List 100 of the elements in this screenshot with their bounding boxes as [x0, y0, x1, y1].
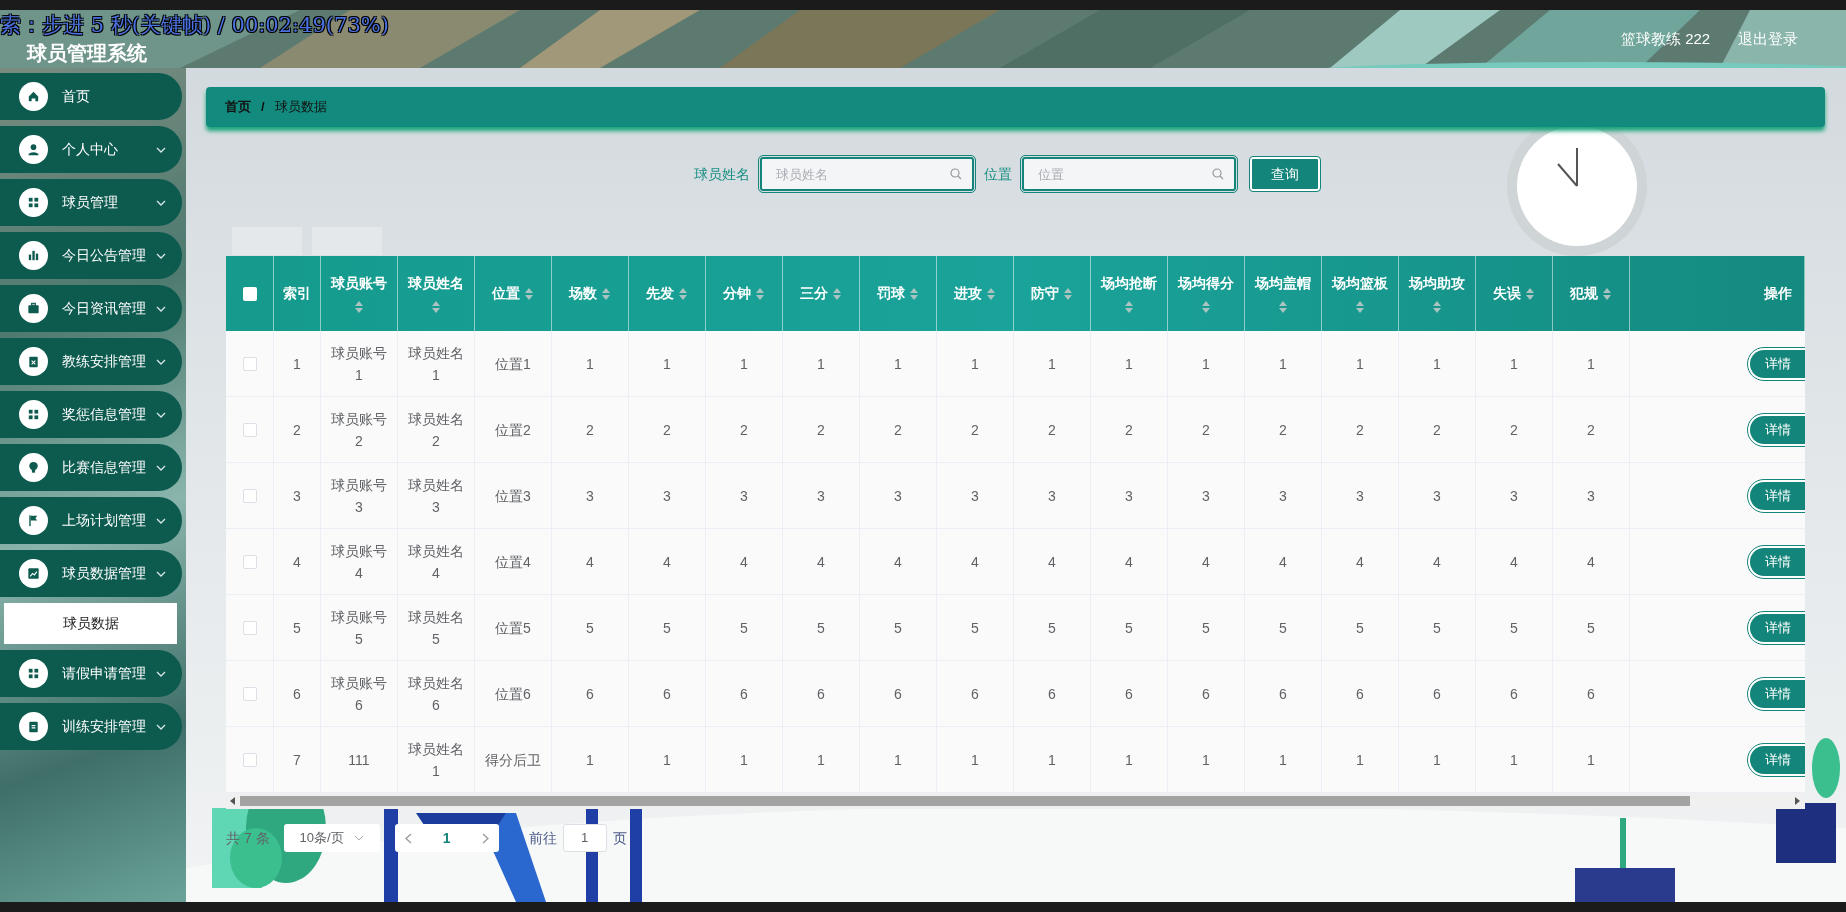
- search-icon: [950, 168, 962, 180]
- checkbox[interactable]: [242, 286, 257, 301]
- sidebar-item[interactable]: 今日资讯管理: [0, 285, 182, 332]
- column-header: 索引: [283, 284, 311, 303]
- table-cell-text: 6: [663, 684, 671, 704]
- table-cell-text: 6: [1356, 684, 1364, 704]
- page-number[interactable]: 1: [442, 827, 451, 849]
- page-input[interactable]: 1: [562, 824, 607, 852]
- sort-icon[interactable]: [1525, 286, 1535, 301]
- sort-icon[interactable]: [1355, 300, 1365, 314]
- sort-icon[interactable]: [1201, 300, 1211, 314]
- checkbox[interactable]: [242, 620, 257, 635]
- table-cell-text: 2: [740, 420, 748, 440]
- table-cell-text: 1: [1356, 354, 1364, 374]
- sort-icon[interactable]: [354, 300, 364, 314]
- table-cell-text: 3: [740, 486, 748, 506]
- sort-icon[interactable]: [1124, 300, 1134, 314]
- sidebar-item[interactable]: 球员管理: [0, 179, 182, 226]
- column-header: 场数: [569, 284, 597, 303]
- sort-icon[interactable]: [832, 286, 842, 301]
- page-size-select[interactable]: 10条/页: [283, 824, 380, 852]
- sidebar-item[interactable]: 教练安排管理: [0, 338, 182, 385]
- table-cell-text: 4: [586, 552, 594, 572]
- table-cell-text: 6: [1202, 684, 1210, 704]
- sort-icon[interactable]: [524, 286, 534, 301]
- detail-button[interactable]: 详情: [1748, 347, 1805, 380]
- table-cell-text: 5: [894, 618, 902, 638]
- breadcrumb-link[interactable]: 首页: [225, 97, 251, 117]
- column-header: 罚球: [877, 284, 905, 303]
- table-cell-text: 4: [1587, 552, 1595, 572]
- table-cell-text: 3: [817, 486, 825, 506]
- table-cell-text: 4: [817, 552, 825, 572]
- sort-icon[interactable]: [1063, 286, 1073, 301]
- sort-icon[interactable]: [431, 300, 441, 314]
- scrollbar-thumb[interactable]: [240, 796, 1690, 806]
- sort-icon[interactable]: [601, 286, 611, 301]
- table-cell-text: 5: [740, 618, 748, 638]
- table-cell-text: 2: [1433, 420, 1441, 440]
- detail-button[interactable]: 详情: [1748, 743, 1805, 776]
- submenu-item[interactable]: 球员数据: [4, 603, 177, 644]
- checkbox[interactable]: [242, 554, 257, 569]
- table-cell-text: 4: [293, 552, 301, 572]
- sort-icon[interactable]: [1278, 300, 1288, 314]
- scroll-left-icon[interactable]: [230, 797, 236, 805]
- checkbox[interactable]: [242, 422, 257, 437]
- detail-button[interactable]: 详情: [1748, 545, 1805, 578]
- table-cell-text: 1: [971, 354, 979, 374]
- table-cell-text: 4: [1202, 552, 1210, 572]
- table-cell-text: 4: [1433, 552, 1441, 572]
- sort-icon[interactable]: [678, 286, 688, 301]
- app-title: 球员管理系统: [27, 41, 147, 65]
- sidebar-item[interactable]: 个人中心: [0, 126, 182, 173]
- table-cell-text: 位置3: [495, 486, 531, 506]
- detail-button[interactable]: 详情: [1748, 413, 1805, 446]
- table-cell-text: 2: [663, 420, 671, 440]
- detail-button[interactable]: 详情: [1748, 479, 1805, 512]
- previous-page-icon[interactable]: [404, 832, 412, 844]
- table-cell-text: 5: [1125, 618, 1133, 638]
- table-cell-text: 球员账号2: [331, 409, 387, 451]
- table-cell-text: 球员姓名5: [408, 607, 464, 649]
- table-cell-text: 1: [586, 750, 594, 770]
- sidebar-item[interactable]: 请假申请管理: [0, 650, 182, 697]
- table-cell-text: 1: [1125, 354, 1133, 374]
- search-field[interactable]: 球员姓名: [760, 157, 974, 191]
- table-cell-text: 3: [1202, 486, 1210, 506]
- detail-button[interactable]: 详情: [1748, 677, 1805, 710]
- sidebar-item[interactable]: 今日公告管理: [0, 232, 182, 279]
- table-cell-text: 2: [1356, 420, 1364, 440]
- column-header: 场均抢断: [1101, 274, 1157, 293]
- table-cell-text: 球员账号3: [331, 475, 387, 517]
- search-button[interactable]: 查询: [1250, 157, 1320, 191]
- sidebar-item[interactable]: 上场计划管理: [0, 497, 182, 544]
- sidebar-item[interactable]: 奖惩信息管理: [0, 391, 182, 438]
- goto-label: 前往: [528, 828, 557, 848]
- table-cell-text: 1: [740, 750, 748, 770]
- checkbox[interactable]: [242, 488, 257, 503]
- detail-button[interactable]: 详情: [1748, 611, 1805, 644]
- sort-icon[interactable]: [1602, 286, 1612, 301]
- table-cell-text: 位置2: [495, 420, 531, 440]
- scroll-right-icon[interactable]: [1795, 797, 1801, 805]
- sort-icon[interactable]: [909, 286, 919, 301]
- sidebar-item[interactable]: 比赛信息管理: [0, 444, 182, 491]
- table-cell-text: 5: [1279, 618, 1287, 638]
- sort-icon[interactable]: [755, 286, 765, 301]
- sidebar-item[interactable]: 首页: [0, 73, 182, 120]
- table-cell-text: 6: [586, 684, 594, 704]
- table-cell-text: 6: [1125, 684, 1133, 704]
- table-cell-text: 球员姓名3: [408, 475, 464, 517]
- sidebar-item[interactable]: 球员数据管理: [0, 550, 182, 597]
- table-cell-text: 得分后卫: [485, 750, 541, 770]
- checkbox[interactable]: [242, 686, 257, 701]
- next-page-icon[interactable]: [481, 832, 489, 844]
- checkbox[interactable]: [242, 752, 257, 767]
- table-cell-text: 7: [293, 750, 301, 770]
- sidebar-item[interactable]: 训练安排管理: [0, 703, 182, 750]
- sort-icon[interactable]: [986, 286, 996, 301]
- checkbox[interactable]: [242, 356, 257, 371]
- column-header: 位置: [492, 284, 520, 303]
- sort-icon[interactable]: [1432, 300, 1442, 314]
- search-field[interactable]: 位置: [1022, 157, 1236, 191]
